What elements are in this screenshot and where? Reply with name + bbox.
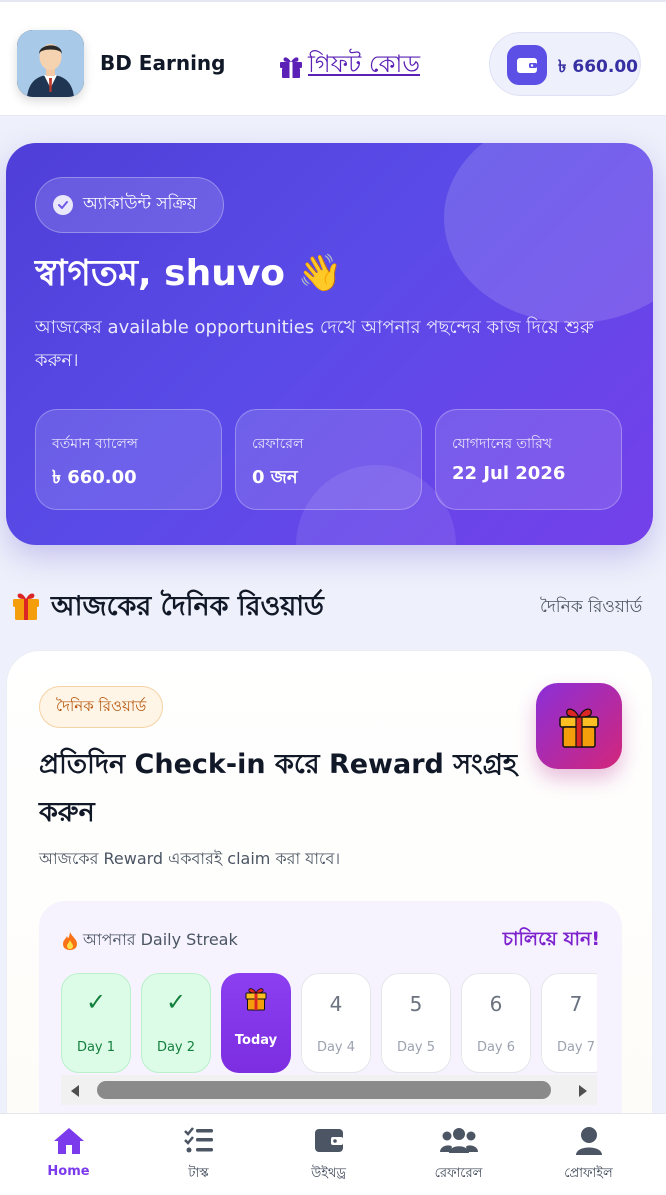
gift-icon [280, 57, 302, 78]
day-label: Today [234, 1033, 278, 1048]
stat-label: বর্তমান ব্যালেন্স [52, 436, 138, 452]
day-number: 4 [329, 992, 343, 1016]
section-title: আজকের দৈনিক রিওয়ার্ড [51, 591, 324, 622]
day-number: 7 [569, 992, 583, 1016]
check-circle-icon [53, 195, 73, 215]
welcome-heading: স্বাগতম, shuvo 👋 [35, 253, 343, 294]
nav-profile[interactable]: প্রোফাইল [522, 1114, 655, 1195]
day-label: Day 6 [476, 1040, 516, 1055]
day-label: Day 7 [556, 1040, 596, 1055]
welcome-card: অ্যাকাউন্ট সক্রিয় স্বাগতম, shuvo 👋 আজকে… [6, 143, 653, 545]
daily-reward-card: দৈনিক রিওয়ার্ড প্রতিদিন Check-in করে Re… [6, 650, 653, 1170]
day-card-today[interactable]: Today [221, 973, 291, 1073]
daily-reward-link[interactable]: দৈনিক রিওয়ার্ড [540, 594, 642, 622]
nav-home[interactable]: Home [2, 1114, 135, 1195]
welcome-description: আজকের available opportunities দেখে আপনার… [35, 317, 594, 371]
day-label: Day 1 [76, 1040, 116, 1055]
day-card-5[interactable]: 5 Day 5 [381, 973, 451, 1073]
day-card-7[interactable]: 7 Day 7 [541, 973, 597, 1073]
day-label: Day 2 [156, 1040, 196, 1055]
account-status-text: অ্যাকাউন্ট সক্রিয় [83, 194, 197, 214]
bottom-navigation: Home টাস্ক উইথড্র রেফারেল প্রোফাইল [0, 1113, 666, 1195]
stat-label: যোগদানের তারিখ [452, 436, 552, 452]
stat-balance: বর্তমান ব্যালেন্স ৳ 660.00 [35, 409, 222, 510]
streak-label-text: আপনার Daily Streak [83, 930, 238, 949]
day-number: 6 [489, 992, 503, 1016]
daily-reward-badge: দৈনিক রিওয়ার্ড [39, 686, 164, 728]
nav-label: টাস্ক [188, 1166, 209, 1181]
home-icon [52, 1126, 86, 1160]
nav-label: প্রোফাইল [564, 1166, 613, 1181]
stat-value: 0 জন [252, 467, 298, 488]
day-label: Day 5 [396, 1040, 436, 1055]
gift-icon [244, 985, 268, 1015]
streak-panel: আপনার Daily Streak চালিয়ে যান! ✓ Day 1 … [39, 901, 622, 1141]
scroll-right-arrow-icon[interactable] [577, 1083, 589, 1102]
wallet-amount: ৳ 660.00 [558, 57, 638, 77]
reward-subtitle: আজকের Reward একবারই claim করা যাবে। [39, 849, 341, 868]
account-status-badge: অ্যাকাউন্ট সক্রিয় [35, 177, 224, 233]
streak-days-scroller[interactable]: ✓ Day 1 ✓ Day 2 Today 4 Day 4 5 Day 5 6 … [61, 973, 597, 1075]
stat-join-date: যোগদানের তারিখ 22 Jul 2026 [435, 409, 622, 510]
day-label: Day 4 [316, 1040, 356, 1055]
gift-code-link[interactable]: গিফট কোড [278, 46, 420, 86]
check-icon: ✓ [85, 988, 107, 1016]
gift-icon [11, 589, 41, 625]
avatar-user-icon [17, 30, 84, 97]
nav-tasks[interactable]: টাস্ক [132, 1114, 265, 1195]
check-icon: ✓ [165, 988, 187, 1016]
decorative-circle [444, 143, 653, 323]
top-bar: BD Earning গিফট কোড ৳ 660.00 [0, 0, 666, 116]
stat-value: ৳ 660.00 [52, 467, 137, 488]
wallet-icon [507, 45, 547, 85]
day-card-6[interactable]: 6 Day 6 [461, 973, 531, 1073]
nav-withdraw[interactable]: উইথড্র [262, 1114, 395, 1195]
wallet-icon [313, 1126, 345, 1158]
avatar[interactable] [17, 30, 84, 97]
fire-icon [63, 931, 77, 950]
stat-referral: রেফারেল 0 জন [235, 409, 422, 510]
horizontal-scrollbar[interactable] [61, 1075, 597, 1105]
gift-code-label[interactable]: গিফট কোড [308, 46, 420, 86]
nav-referral[interactable]: রেফারেল [392, 1114, 525, 1195]
reward-title: প্রতিদিন Check-in করে Reward সংগ্রহ করুন [39, 749, 518, 828]
users-icon [439, 1126, 478, 1158]
day-number: 5 [409, 992, 423, 1016]
gift-box-icon [536, 683, 622, 769]
stat-value: 22 Jul 2026 [452, 463, 566, 484]
streak-label: আপনার Daily Streak [61, 927, 238, 954]
nav-label: Home [47, 1164, 90, 1179]
nav-label: রেফারেল [434, 1166, 483, 1181]
tasks-icon [183, 1126, 215, 1158]
scroll-left-arrow-icon[interactable] [69, 1083, 81, 1102]
wallet-balance-pill[interactable]: ৳ 660.00 [489, 32, 641, 96]
stat-label: রেফারেল [252, 436, 304, 452]
user-icon [575, 1126, 603, 1160]
streak-cta: চালিয়ে যান! [502, 928, 600, 950]
day-card-1[interactable]: ✓ Day 1 [61, 973, 131, 1073]
scrollbar-thumb[interactable] [97, 1081, 551, 1099]
day-card-2[interactable]: ✓ Day 2 [141, 973, 211, 1073]
app-name: BD Earning [100, 51, 226, 75]
day-card-4[interactable]: 4 Day 4 [301, 973, 371, 1073]
nav-label: উইথড্র [311, 1166, 346, 1181]
